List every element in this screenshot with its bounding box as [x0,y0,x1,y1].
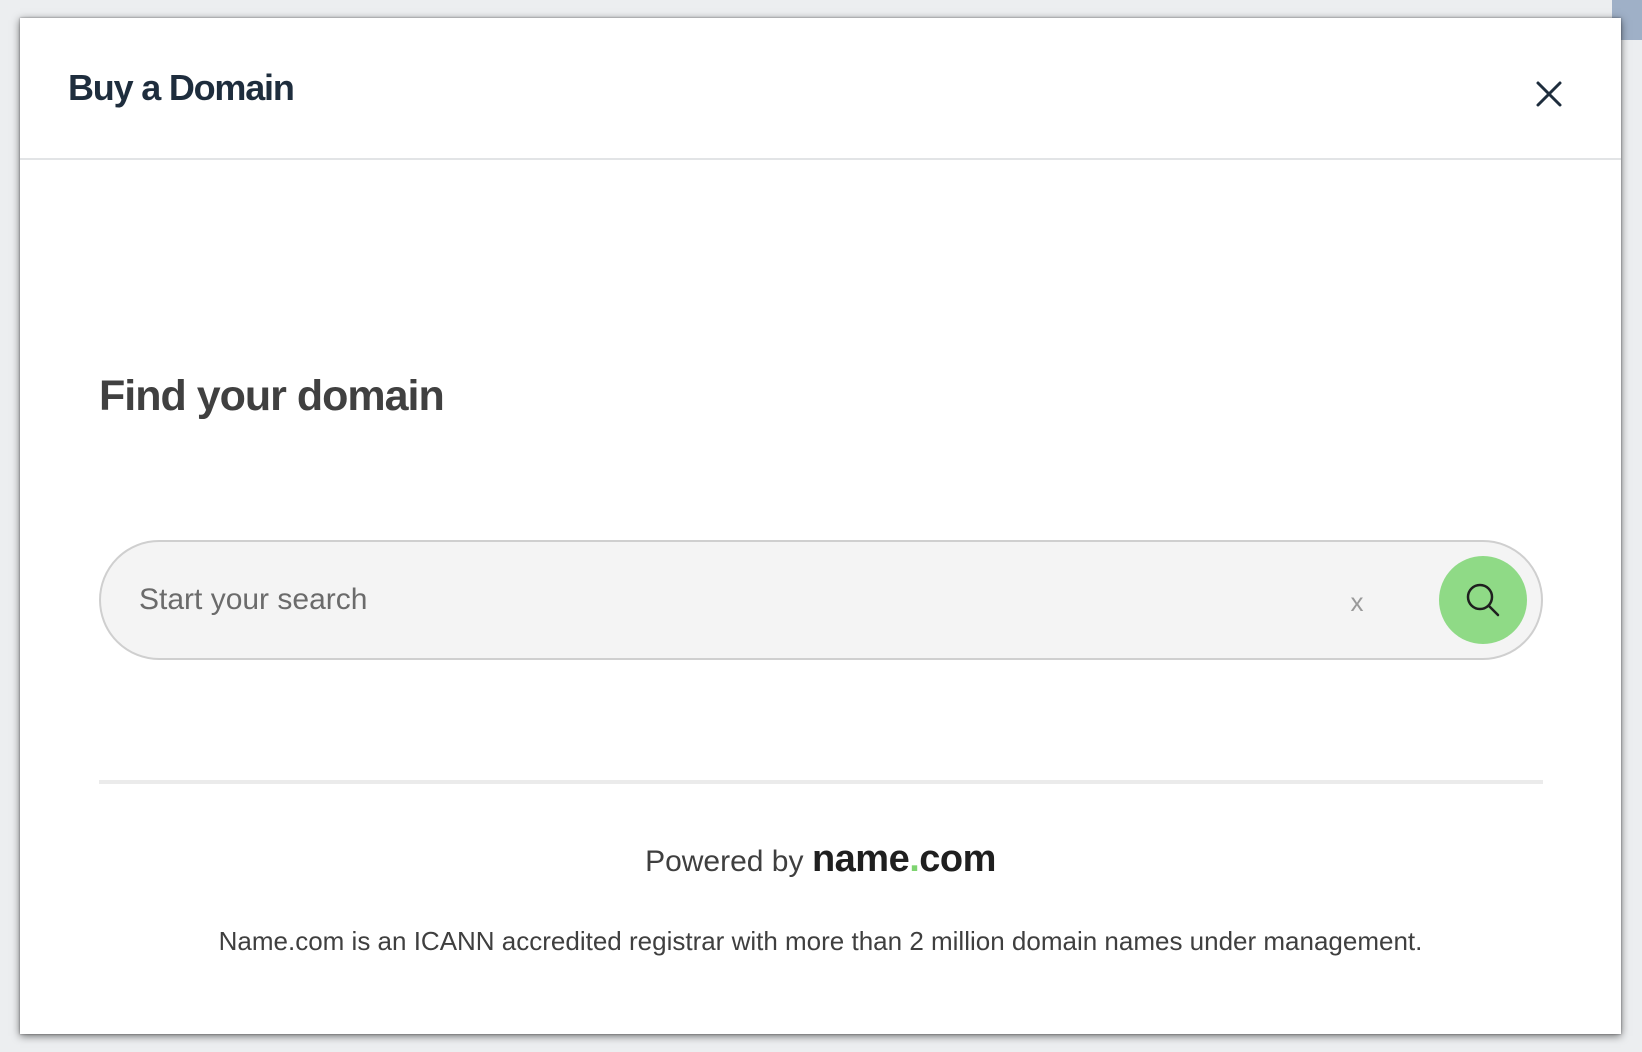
close-icon [1536,81,1562,107]
domain-search-bar: x [99,540,1543,660]
name-com-logo: name.com [812,838,996,880]
clear-search-button[interactable]: x [1337,578,1377,626]
registrar-disclaimer: Name.com is an ICANN accredited registra… [218,926,1423,956]
divider [99,780,1543,784]
close-button[interactable] [1525,70,1573,118]
buy-domain-modal: Buy a Domain Find your domain x Powered … [20,18,1621,1034]
logo-dot: . [909,838,920,880]
powered-by: Powered by name.com [20,838,1621,881]
logo-name: name [811,838,910,880]
find-domain-heading: Find your domain [99,372,445,420]
powered-by-label: Powered by [645,845,804,878]
logo-tld: com [919,838,996,880]
search-icon [1466,583,1500,617]
domain-search-input[interactable] [139,570,1219,630]
modal-header: Buy a Domain [20,18,1621,160]
modal-title: Buy a Domain [68,67,295,108]
search-button[interactable] [1439,556,1527,644]
